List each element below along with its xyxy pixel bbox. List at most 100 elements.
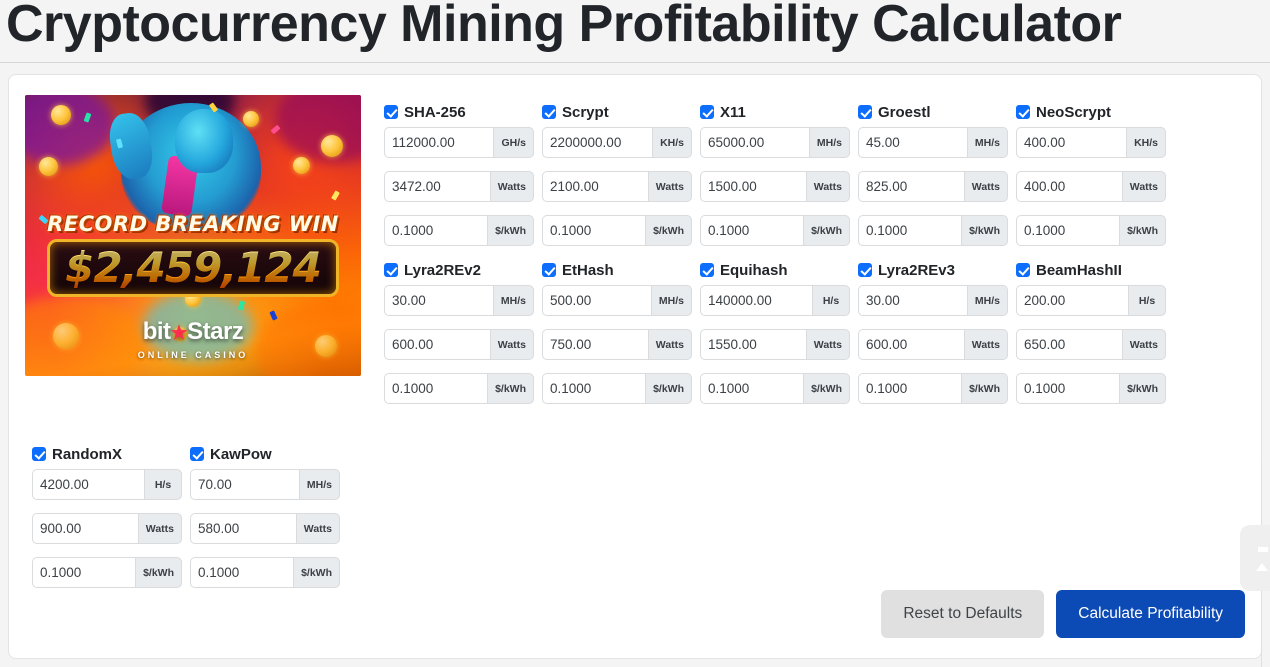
cost-unit-addon: $/kWh bbox=[487, 215, 534, 246]
algorithm-checkbox-sha-256[interactable] bbox=[384, 105, 398, 119]
algorithm-checkbox-scrypt[interactable] bbox=[542, 105, 556, 119]
algorithm-header: SHA-256 bbox=[384, 101, 534, 123]
action-bar: Reset to Defaults Calculate Profitabilit… bbox=[881, 590, 1245, 638]
algorithm-header: KawPow bbox=[190, 443, 340, 465]
power-input[interactable] bbox=[1016, 329, 1122, 360]
hashrate-unit-addon: H/s bbox=[144, 469, 182, 500]
cost-input[interactable] bbox=[542, 215, 646, 246]
ad-headline: RECORD BREAKING WIN bbox=[47, 212, 339, 236]
power-input[interactable] bbox=[1016, 171, 1122, 202]
hashrate-field: KH/s bbox=[1016, 127, 1166, 158]
algorithm-card-neoscrypt: NeoScrypt KH/s Watts $/kWh bbox=[1016, 101, 1174, 259]
power-input[interactable] bbox=[384, 329, 490, 360]
hashrate-unit-addon: H/s bbox=[1128, 285, 1166, 316]
power-field: Watts bbox=[542, 329, 692, 360]
hashrate-input[interactable] bbox=[858, 127, 967, 158]
hashrate-unit-addon: KH/s bbox=[652, 127, 692, 158]
power-unit-addon: Watts bbox=[647, 329, 692, 360]
algorithm-card-beamhashii: BeamHashII H/s Watts $/kWh bbox=[1016, 259, 1174, 417]
app-root: Cryptocurrency Mining Profitability Calc… bbox=[0, 0, 1270, 667]
edge-floating-widget[interactable] bbox=[1240, 525, 1270, 591]
algorithm-card-groestl: Groestl MH/s Watts $/kWh bbox=[858, 101, 1016, 259]
algorithm-checkbox-neoscrypt[interactable] bbox=[1016, 105, 1030, 119]
advertisement-banner[interactable]: RECORD BREAKING WIN $2,459,124 bit★Starz… bbox=[25, 95, 361, 376]
power-input[interactable] bbox=[700, 171, 806, 202]
ad-brand-logo: bit★Starz bbox=[25, 318, 361, 346]
algorithm-card-randomx: RandomX H/s Watts $/kWh bbox=[32, 443, 190, 601]
algorithm-checkbox-beamhashii[interactable] bbox=[1016, 263, 1030, 277]
power-unit-addon: Watts bbox=[137, 513, 182, 544]
hashrate-field: MH/s bbox=[700, 127, 850, 158]
cost-unit-addon: $/kWh bbox=[487, 373, 534, 404]
algorithm-checkbox-groestl[interactable] bbox=[858, 105, 872, 119]
algorithm-card-scrypt: Scrypt KH/s Watts $/kWh bbox=[542, 101, 700, 259]
cost-input[interactable] bbox=[700, 373, 804, 404]
hashrate-input[interactable] bbox=[190, 469, 299, 500]
cost-unit-addon: $/kWh bbox=[961, 215, 1008, 246]
power-input[interactable] bbox=[858, 329, 964, 360]
calculate-profitability-button[interactable]: Calculate Profitability bbox=[1056, 590, 1245, 638]
cost-field: $/kWh bbox=[542, 215, 692, 246]
power-input[interactable] bbox=[542, 329, 648, 360]
hashrate-unit-addon: MH/s bbox=[650, 285, 692, 316]
hashrate-unit-addon: H/s bbox=[812, 285, 850, 316]
algorithm-checkbox-x11[interactable] bbox=[700, 105, 714, 119]
algorithm-checkbox-ethash[interactable] bbox=[542, 263, 556, 277]
cost-input[interactable] bbox=[542, 373, 646, 404]
algorithm-header: NeoScrypt bbox=[1016, 101, 1166, 123]
cost-field: $/kWh bbox=[700, 215, 850, 246]
power-field: Watts bbox=[700, 171, 850, 202]
cost-field: $/kWh bbox=[32, 557, 182, 588]
algorithm-checkbox-lyra2rev2[interactable] bbox=[384, 263, 398, 277]
cost-field: $/kWh bbox=[1016, 215, 1166, 246]
power-field: Watts bbox=[32, 513, 182, 544]
cost-input[interactable] bbox=[1016, 373, 1120, 404]
algorithm-header: Lyra2REv2 bbox=[384, 259, 534, 281]
hashrate-input[interactable] bbox=[542, 285, 651, 316]
cost-input[interactable] bbox=[384, 215, 488, 246]
hashrate-input[interactable] bbox=[700, 127, 809, 158]
cost-input[interactable] bbox=[384, 373, 488, 404]
hashrate-input[interactable] bbox=[1016, 127, 1127, 158]
reset-to-defaults-button[interactable]: Reset to Defaults bbox=[881, 590, 1045, 638]
algorithm-checkbox-kawpow[interactable] bbox=[190, 447, 204, 461]
algorithm-label: Scrypt bbox=[562, 103, 609, 121]
cost-input[interactable] bbox=[858, 373, 962, 404]
power-input[interactable] bbox=[858, 171, 964, 202]
hashrate-field: H/s bbox=[32, 469, 182, 500]
algorithm-header: X11 bbox=[700, 101, 850, 123]
algorithm-label: X11 bbox=[720, 103, 746, 121]
hashrate-field: MH/s bbox=[858, 285, 1008, 316]
cost-input[interactable] bbox=[1016, 215, 1120, 246]
hashrate-unit-addon: GH/s bbox=[493, 127, 534, 158]
algorithm-header: RandomX bbox=[32, 443, 182, 465]
cost-unit-addon: $/kWh bbox=[1119, 215, 1166, 246]
hashrate-input[interactable] bbox=[384, 285, 493, 316]
algorithm-checkbox-randomx[interactable] bbox=[32, 447, 46, 461]
cost-unit-addon: $/kWh bbox=[1119, 373, 1166, 404]
power-input[interactable] bbox=[542, 171, 648, 202]
power-input[interactable] bbox=[384, 171, 490, 202]
power-unit-addon: Watts bbox=[805, 329, 850, 360]
power-input[interactable] bbox=[190, 513, 296, 544]
power-input[interactable] bbox=[32, 513, 138, 544]
algorithm-checkbox-equihash[interactable] bbox=[700, 263, 714, 277]
cost-input[interactable] bbox=[858, 215, 962, 246]
hashrate-input[interactable] bbox=[32, 469, 144, 500]
power-input[interactable] bbox=[700, 329, 806, 360]
power-unit-addon: Watts bbox=[295, 513, 340, 544]
algorithm-card-lyra2rev3: Lyra2REv3 MH/s Watts $/kWh bbox=[858, 259, 1016, 417]
hashrate-unit-addon: KH/s bbox=[1126, 127, 1166, 158]
hashrate-input[interactable] bbox=[700, 285, 812, 316]
hashrate-input[interactable] bbox=[384, 127, 494, 158]
cost-input[interactable] bbox=[190, 557, 294, 588]
hashrate-input[interactable] bbox=[1016, 285, 1128, 316]
ad-coin-icon bbox=[321, 135, 343, 157]
hashrate-input[interactable] bbox=[542, 127, 653, 158]
ad-coin-icon bbox=[243, 111, 259, 127]
cost-input[interactable] bbox=[700, 215, 804, 246]
algorithm-checkbox-lyra2rev3[interactable] bbox=[858, 263, 872, 277]
hashrate-input[interactable] bbox=[858, 285, 967, 316]
cost-input[interactable] bbox=[32, 557, 136, 588]
algorithm-label: Groestl bbox=[878, 103, 931, 121]
